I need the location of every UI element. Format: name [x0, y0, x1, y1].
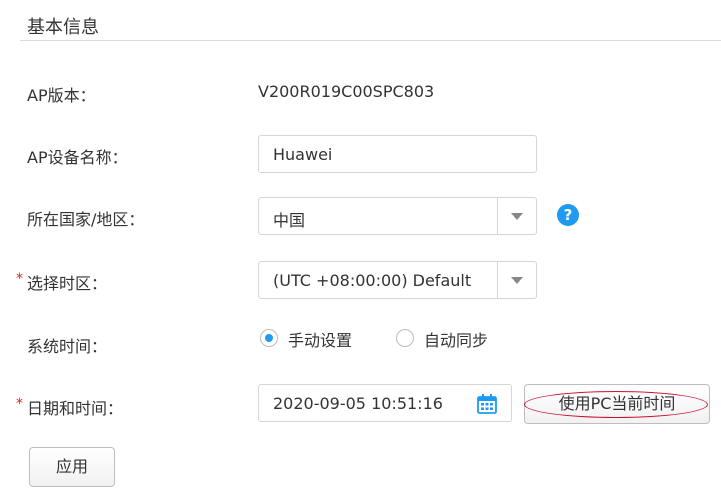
- datetime-value: 2020-09-05 10:51:16: [273, 394, 443, 413]
- device-name-value: Huawei: [273, 145, 333, 164]
- required-mark: *: [16, 271, 23, 287]
- calendar-icon[interactable]: [476, 393, 498, 415]
- timezone-label: 选择时区：: [27, 274, 108, 293]
- chevron-down-icon: [511, 213, 523, 220]
- section-divider: [20, 40, 721, 41]
- help-icon[interactable]: ?: [557, 204, 579, 226]
- radio-manual-label[interactable]: 手动设置: [288, 327, 352, 351]
- apply-button[interactable]: 应用: [29, 447, 115, 487]
- ap-version-label: AP版本：: [27, 86, 96, 105]
- country-select[interactable]: 中国: [258, 197, 537, 235]
- radio-manual[interactable]: [260, 329, 278, 347]
- chevron-down-icon: [511, 277, 523, 284]
- system-time-label: 系统时间：: [27, 337, 108, 356]
- radio-auto-label[interactable]: 自动同步: [424, 327, 488, 351]
- radio-dot: [265, 334, 273, 342]
- section-title: 基本信息: [27, 17, 99, 38]
- country-label: 所在国家/地区：: [27, 210, 145, 229]
- use-pc-time-button[interactable]: 使用PC当前时间: [524, 384, 710, 424]
- radio-auto[interactable]: [396, 329, 414, 347]
- device-name-input[interactable]: Huawei: [258, 135, 537, 173]
- timezone-select[interactable]: (UTC +08:00:00) Default: [258, 261, 537, 299]
- country-dropdown-toggle[interactable]: [497, 198, 536, 234]
- country-value: 中国: [273, 211, 306, 230]
- timezone-dropdown-toggle[interactable]: [497, 262, 536, 298]
- datetime-input[interactable]: 2020-09-05 10:51:16: [258, 384, 512, 422]
- datetime-label: 日期和时间：: [27, 399, 124, 418]
- required-mark: *: [16, 396, 23, 412]
- device-name-label: AP设备名称：: [27, 148, 128, 167]
- timezone-value: (UTC +08:00:00) Default: [273, 271, 472, 290]
- ap-version-value: V200R019C00SPC803: [258, 82, 435, 101]
- highlight-ellipse: [524, 391, 708, 418]
